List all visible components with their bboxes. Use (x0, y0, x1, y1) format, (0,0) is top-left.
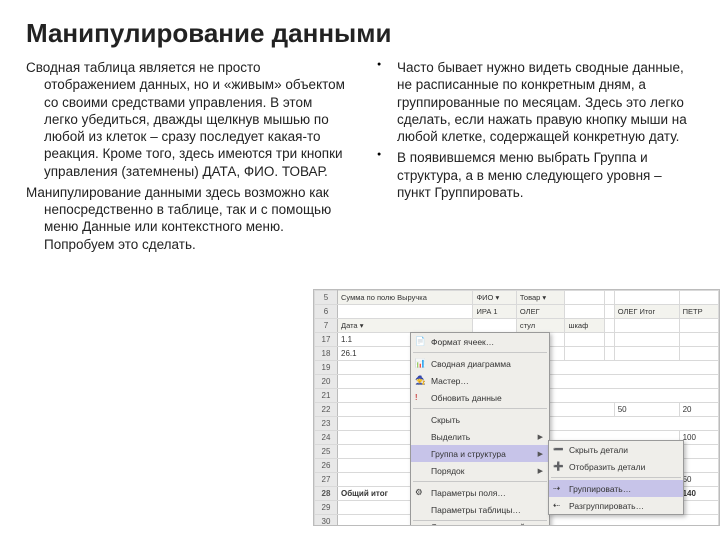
two-column-body: Сводная таблица является не просто отобр… (26, 59, 694, 257)
mi-select[interactable]: Выделить (411, 428, 549, 445)
group-submenu[interactable]: ➖Скрыть детали ➕Отобразить детали ⇢Групп… (548, 440, 684, 515)
mi-refresh[interactable]: !Обновить данные (411, 389, 549, 406)
context-menu[interactable]: 📄Формат ячеек… 📊Сводная диаграмма 🧙Масте… (410, 332, 550, 526)
mi-show-details[interactable]: ➕Отобразить детали (549, 458, 683, 475)
mi-table-params[interactable]: Параметры таблицы… (411, 501, 549, 518)
tovar-dropdown[interactable]: Товар ▾ (516, 291, 565, 305)
right-column: Часто бывает нужно видеть сводные данные… (371, 59, 694, 257)
row-header: 5 (315, 291, 338, 305)
excel-screenshot: 5 Сумма по полю Выручка ФИО ▾ Товар ▾ 6 … (313, 289, 720, 526)
date-dropdown[interactable]: Дата ▾ (338, 319, 473, 333)
mi-order[interactable]: Порядок (411, 462, 549, 479)
mi-wizard[interactable]: 🧙Мастер… (411, 372, 549, 389)
left-paragraph-1: Сводная таблица является не просто отобр… (26, 59, 349, 180)
right-bullet-1: Часто бывает нужно видеть сводные данные… (385, 59, 694, 145)
fio-dropdown[interactable]: ФИО ▾ (473, 291, 516, 305)
mi-group-structure[interactable]: Группа и структура (411, 445, 549, 462)
mi-ungroup[interactable]: ⇠Разгруппировать… (549, 497, 683, 514)
mi-format-cells[interactable]: 📄Формат ячеек… (411, 333, 549, 350)
mi-group[interactable]: ⇢Группировать… (549, 480, 683, 497)
right-bullet-2: В появившемся меню выбрать Группа и стру… (385, 149, 694, 201)
mi-field-params[interactable]: ⚙Параметры поля… (411, 484, 549, 501)
slide-title: Манипулирование данными (26, 18, 694, 49)
mi-hide[interactable]: Скрыть (411, 411, 549, 428)
left-column: Сводная таблица является не просто отобр… (26, 59, 349, 257)
sum-field-label: Сумма по полю Выручка (338, 291, 473, 305)
left-paragraph-2: Манипулирование данными здесь возможно к… (26, 184, 349, 253)
mi-pivot-chart[interactable]: 📊Сводная диаграмма (411, 355, 549, 372)
mi-hide-details[interactable]: ➖Скрыть детали (549, 441, 683, 458)
